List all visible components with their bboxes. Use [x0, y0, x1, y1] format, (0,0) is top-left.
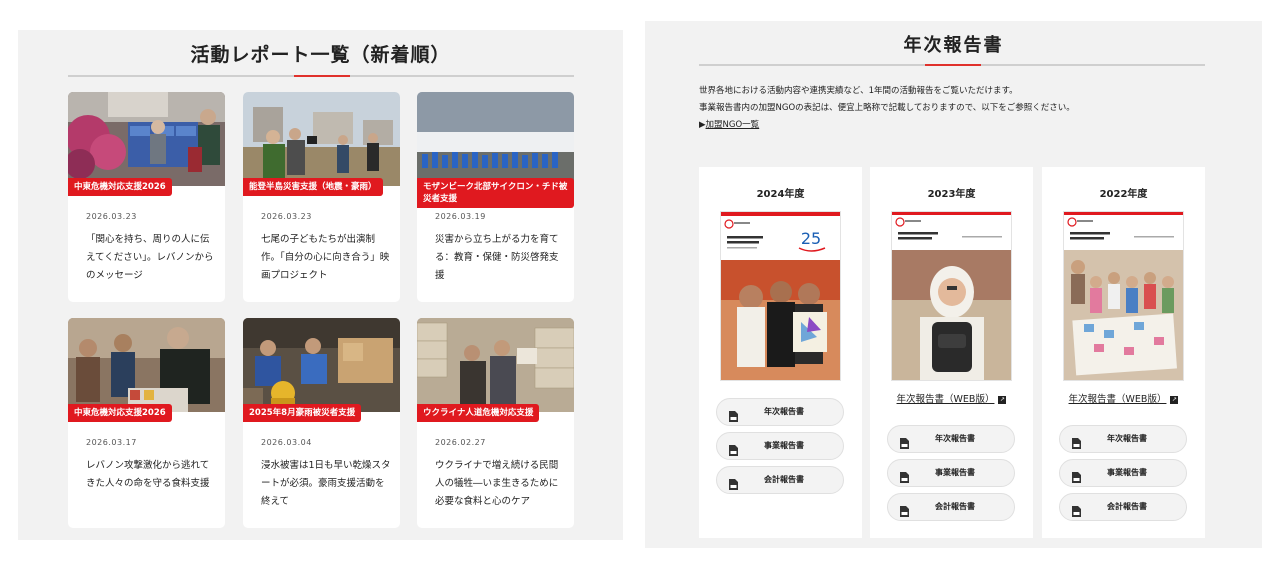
button-label: 年次報告書 [764, 407, 804, 416]
fiscal-year-label: 2024年度 [756, 189, 805, 200]
anniversary-mark: 25 [801, 229, 821, 248]
intro-text: 世界各地における活動内容や連携実績など、1年間の活動報告をご覧いただけます。 事… [699, 83, 1219, 134]
report-card[interactable]: モザンビーク北部サイクロン・チド被災者支援 2026.03.19 災害から立ち上… [417, 92, 574, 302]
report-headline: レバノン攻撃激化から逃れてきた人々の命を守る食料支援 [86, 460, 210, 489]
report-card[interactable]: 2025年8月豪雨被災者支援 2026.03.04 浸水被害は1日も早い乾燥スタ… [243, 318, 400, 528]
web-version-link[interactable]: 年次報告書（WEB版） ↗ [1042, 391, 1205, 405]
report-photo [417, 318, 574, 412]
business-report-download-button[interactable]: 事業報告書 [1059, 459, 1187, 487]
report-headline: ウクライナで増え続ける民間人の犠牲―いま生きるために必要な食料と心のケア [435, 460, 559, 507]
annual-report-download-button[interactable]: 年次報告書 [1059, 425, 1187, 453]
button-label: 会計報告書 [1107, 502, 1147, 511]
web-version-link[interactable]: 年次報告書（WEB版） ↗ [870, 391, 1033, 405]
category-tag: 中東危機対応支援2026 [68, 404, 172, 422]
report-headline: 七尾の子どもたちが出演制作。「自分の心に向き合う」映画プロジェクト [261, 234, 390, 281]
title-divider-accent [925, 64, 981, 66]
report-photo [243, 318, 400, 412]
report-cover-image[interactable] [1063, 211, 1184, 381]
category-tag: モザンビーク北部サイクロン・チド被災者支援 [417, 178, 574, 208]
annual-report-title: 年次報告書 [903, 35, 1004, 56]
button-label: 事業報告書 [764, 441, 804, 450]
report-date: 2026.03.04 [261, 438, 312, 447]
external-link-icon: ↗ [998, 395, 1007, 404]
report-card[interactable]: 中東危機対応支援2026 2026.03.23 「関心を持ち、周りの人に伝えてく… [68, 92, 225, 302]
button-label: 年次報告書 [935, 434, 975, 443]
fiscal-year-label: 2022年度 [1099, 189, 1148, 200]
annual-report-download-button[interactable]: 年次報告書 [716, 398, 844, 426]
report-cover-image[interactable] [891, 211, 1012, 381]
report-date: 2026.03.23 [261, 212, 312, 221]
button-label: 事業報告書 [1107, 468, 1147, 477]
external-link-icon: ↗ [1170, 395, 1179, 404]
annual-report-section: 年次報告書 世界各地における活動内容や連携実績など、1年間の活動報告をご覧いただ… [645, 21, 1262, 548]
report-photo [68, 318, 225, 412]
web-link-label: 年次報告書（WEB版） [1068, 394, 1167, 405]
report-date: 2026.02.27 [435, 438, 486, 447]
report-headline: 浸水被害は1日も早い乾燥スタートが必須。豪雨支援活動を終えて [261, 460, 391, 507]
report-photo [68, 92, 225, 186]
button-label: 年次報告書 [1107, 434, 1147, 443]
category-tag: 能登半島災害支援（地震・豪雨） [243, 178, 383, 196]
business-report-download-button[interactable]: 事業報告書 [887, 459, 1015, 487]
report-photo [417, 92, 574, 186]
activity-report-title: 活動レポート一覧（新着順） [190, 44, 451, 66]
report-photo [243, 92, 400, 186]
ngo-list-link[interactable]: 加盟NGO一覧 [706, 120, 760, 130]
activity-report-section: 活動レポート一覧（新着順） 中東危機対応支援2026 2026.03.23 「関… [18, 30, 623, 540]
financial-report-download-button[interactable]: 会計報告書 [1059, 493, 1187, 521]
report-card[interactable]: 中東危機対応支援2026 2026.03.17 レバノン攻撃激化から逃れてきた人… [68, 318, 225, 528]
report-cover-image[interactable]: 25 [720, 211, 841, 381]
financial-report-download-button[interactable]: 会計報告書 [887, 493, 1015, 521]
fiscal-year-label: 2023年度 [927, 189, 976, 200]
ngo-list-link-row: ▶加盟NGO一覧 [699, 117, 1219, 134]
intro-line: 世界各地における活動内容や連携実績など、1年間の活動報告をご覧いただけます。 [699, 86, 1018, 96]
report-headline: 災害から立ち上がる力を育てる：教育・保健・防災啓発支援 [435, 234, 559, 281]
annual-report-card-2023: 2023年度 年次報告書（WEB版） ↗ 年次報告書 事業報告書 会計報告書 [870, 167, 1033, 538]
report-date: 2026.03.17 [86, 438, 137, 447]
business-report-download-button[interactable]: 事業報告書 [716, 432, 844, 460]
annual-report-card-2024: 2024年度 25 年次報告書 事業報告書 会計報告書 [699, 167, 862, 538]
report-date: 2026.03.23 [86, 212, 137, 221]
annual-report-card-2022: 2022年度 年次報告書（WEB版） ↗ 年次報告書 事業報告書 会計報告書 [1042, 167, 1205, 538]
title-divider-accent [294, 75, 350, 77]
category-tag: ウクライナ人道危機対応支援 [417, 404, 540, 422]
intro-line: 事業報告書内の加盟NGOの表記は、便宜上略称で記載しておりますので、以下をご参照… [699, 103, 1075, 113]
report-card[interactable]: 能登半島災害支援（地震・豪雨） 2026.03.23 七尾の子どもたちが出演制作… [243, 92, 400, 302]
report-date: 2026.03.19 [435, 212, 486, 221]
button-label: 会計報告書 [764, 475, 804, 484]
report-card[interactable]: ウクライナ人道危機対応支援 2026.02.27 ウクライナで増え続ける民間人の… [417, 318, 574, 528]
category-tag: 中東危機対応支援2026 [68, 178, 172, 196]
report-headline: 「関心を持ち、周りの人に伝えてください」。レバノンからのメッセージ [86, 234, 214, 281]
button-label: 会計報告書 [935, 502, 975, 511]
category-tag: 2025年8月豪雨被災者支援 [243, 404, 362, 422]
financial-report-download-button[interactable]: 会計報告書 [716, 466, 844, 494]
button-label: 事業報告書 [935, 468, 975, 477]
annual-report-download-button[interactable]: 年次報告書 [887, 425, 1015, 453]
web-link-label: 年次報告書（WEB版） [896, 394, 995, 405]
